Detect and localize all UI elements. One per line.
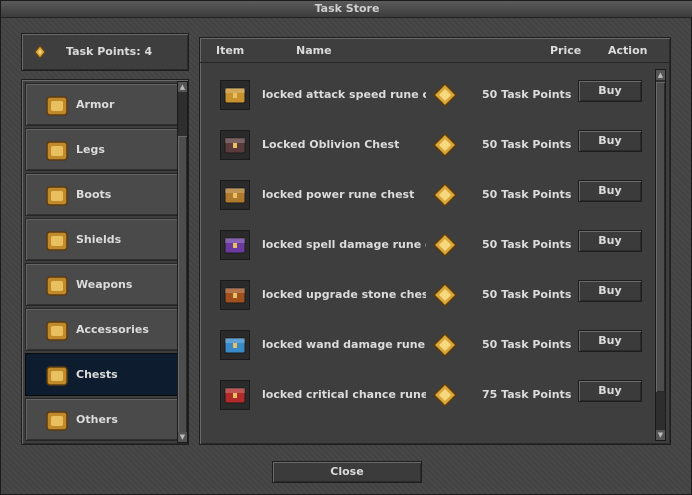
table-row: locked upgrade stone chest 50 Task Points…: [214, 270, 654, 320]
buy-button[interactable]: Buy: [578, 330, 642, 352]
buy-button[interactable]: Buy: [578, 180, 642, 202]
scroll-up-arrow-icon[interactable]: ▲: [656, 70, 665, 80]
item-price: 50 Task Points: [482, 288, 572, 301]
task-coin-icon: [432, 182, 458, 208]
category-item-armor[interactable]: Armor: [25, 83, 179, 126]
item-name: locked upgrade stone chest: [262, 288, 426, 301]
category-label: Accessories: [76, 323, 149, 336]
item-name: Locked Oblivion Chest: [262, 138, 400, 151]
item-price: 50 Task Points: [482, 338, 572, 351]
items-list: locked attack speed rune ch 50 Task Point…: [214, 70, 654, 440]
buy-button[interactable]: Buy: [578, 130, 642, 152]
buy-button[interactable]: Buy: [578, 380, 642, 402]
table-row: locked wand damage rune ch 50 Task Points…: [214, 320, 654, 370]
amulet-icon: [46, 321, 68, 341]
bag-icon: [46, 411, 68, 431]
category-label: Weapons: [76, 278, 133, 291]
category-label: Others: [76, 413, 118, 426]
armor-icon: [46, 96, 68, 116]
scrollbar-thumb[interactable]: [178, 136, 187, 436]
item-price: 50 Task Points: [482, 188, 572, 201]
item-name: locked wand damage rune ch: [262, 338, 426, 351]
scrollbar-thumb[interactable]: [656, 82, 665, 392]
legs-icon: [46, 141, 68, 161]
table-row: locked attack speed rune ch 50 Task Point…: [214, 70, 654, 120]
items-scrollbar[interactable]: ▲ ▼: [655, 69, 666, 441]
buy-button[interactable]: Buy: [578, 80, 642, 102]
chest-icon: [224, 187, 246, 204]
task-points-box: Task Points: 4: [21, 33, 189, 71]
item-name: locked power rune chest: [262, 188, 415, 201]
close-button[interactable]: Close: [272, 461, 422, 483]
task-points-label: Task Points: 4: [66, 45, 153, 58]
scroll-down-arrow-icon[interactable]: ▼: [178, 432, 187, 442]
task-coin-icon: [34, 45, 46, 59]
category-label: Armor: [76, 98, 115, 111]
item-slot: [220, 130, 250, 160]
shield-icon: [46, 231, 68, 251]
task-store-window: Task Store Task Points: 4 Armor Legs Boots…: [0, 0, 692, 495]
category-panel: Armor Legs Boots Shields Weapons Accessories C…: [21, 79, 189, 445]
task-coin-icon: [432, 132, 458, 158]
category-item-chests[interactable]: Chests: [25, 353, 179, 396]
table-row: Locked Oblivion Chest 50 Task Points Buy: [214, 120, 654, 170]
item-price: 50 Task Points: [482, 88, 572, 101]
item-slot: [220, 180, 250, 210]
scroll-up-arrow-icon[interactable]: ▲: [178, 82, 187, 92]
header-action: Action: [608, 44, 648, 57]
header-name: Name: [296, 44, 332, 57]
item-slot: [220, 330, 250, 360]
chest-icon: [224, 87, 246, 104]
item-name: locked spell damage rune che: [262, 238, 426, 251]
items-panel: Item Name Price Action locked attack spe…: [199, 37, 671, 445]
header-price: Price: [550, 44, 582, 57]
chest-icon: [224, 337, 246, 354]
item-name: locked critical chance rune c: [262, 388, 426, 401]
chest-icon: [224, 387, 246, 404]
table-row: locked spell damage rune che 50 Task Poin…: [214, 220, 654, 270]
scroll-down-arrow-icon[interactable]: ▼: [656, 430, 665, 440]
category-label: Boots: [76, 188, 112, 201]
category-item-boots[interactable]: Boots: [25, 173, 179, 216]
window-title: Task Store: [1, 1, 692, 18]
item-name: locked attack speed rune ch: [262, 88, 426, 101]
item-slot: [220, 380, 250, 410]
task-coin-icon: [432, 232, 458, 258]
category-item-accessories[interactable]: Accessories: [25, 308, 179, 351]
category-item-shields[interactable]: Shields: [25, 218, 179, 261]
chest-icon: [46, 366, 68, 386]
category-list: Armor Legs Boots Shields Weapons Accessories C…: [25, 83, 179, 443]
item-slot: [220, 80, 250, 110]
category-item-weapons[interactable]: Weapons: [25, 263, 179, 306]
bow-icon: [46, 276, 68, 296]
chest-icon: [224, 137, 246, 154]
item-slot: [220, 280, 250, 310]
table-header: Item Name Price Action: [200, 38, 670, 63]
chest-icon: [224, 237, 246, 254]
category-item-legs[interactable]: Legs: [25, 128, 179, 171]
task-coin-icon: [432, 282, 458, 308]
category-label: Legs: [76, 143, 105, 156]
buy-button[interactable]: Buy: [578, 230, 642, 252]
table-row: locked power rune chest 50 Task Points Buy: [214, 170, 654, 220]
category-scrollbar[interactable]: ▲ ▼: [177, 81, 188, 443]
chest-icon: [224, 287, 246, 304]
category-item-others[interactable]: Others: [25, 398, 179, 441]
task-coin-icon: [432, 332, 458, 358]
header-item: Item: [216, 44, 245, 57]
task-coin-icon: [432, 82, 458, 108]
table-row: locked critical chance rune c 75 Task Poi…: [214, 370, 654, 420]
category-label: Chests: [76, 368, 118, 381]
boots-icon: [46, 186, 68, 206]
task-coin-icon: [432, 382, 458, 408]
item-price: 50 Task Points: [482, 238, 572, 251]
item-price: 75 Task Points: [482, 388, 572, 401]
buy-button[interactable]: Buy: [578, 280, 642, 302]
category-label: Shields: [76, 233, 122, 246]
item-price: 50 Task Points: [482, 138, 572, 151]
item-slot: [220, 230, 250, 260]
